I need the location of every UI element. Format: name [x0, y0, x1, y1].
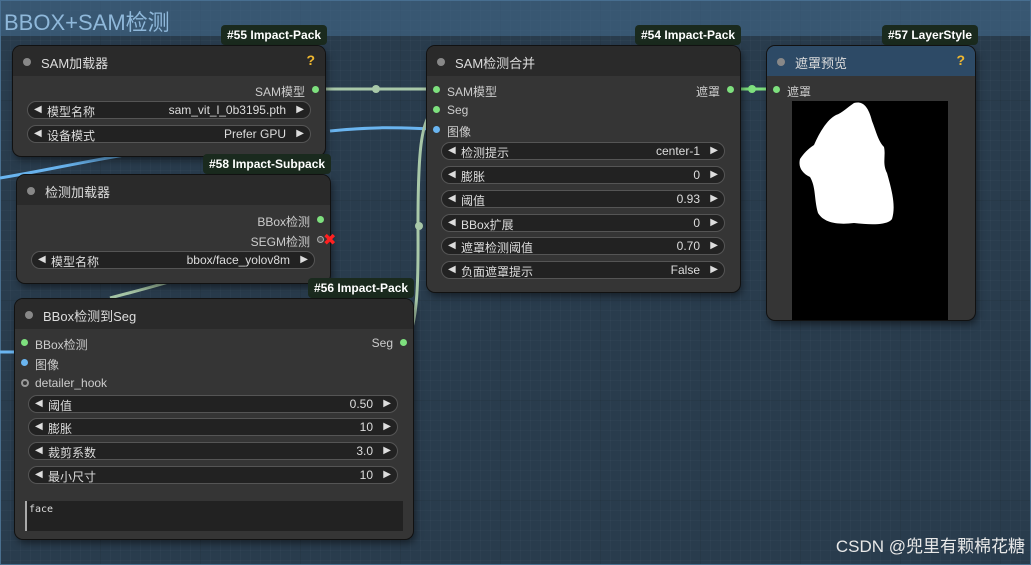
arrow-right-icon[interactable]: ▶: [383, 469, 391, 480]
widget-threshold[interactable]: ◀ 阈值 0.50 ▶: [28, 395, 398, 413]
slot-dot[interactable]: [21, 339, 28, 346]
node-title-bar[interactable]: SAM加载器 ?: [13, 46, 325, 76]
arrow-right-icon[interactable]: ▶: [710, 193, 718, 204]
slot-dot[interactable]: [433, 126, 440, 133]
arrow-left-icon[interactable]: ◀: [448, 264, 456, 275]
mask-preview-node[interactable]: 遮罩预览 ? 遮罩: [767, 46, 975, 320]
arrow-right-icon[interactable]: ▶: [296, 128, 304, 139]
arrow-left-icon[interactable]: ◀: [35, 398, 43, 409]
slot-dot[interactable]: [400, 339, 407, 346]
node-title: BBox检测到Seg: [43, 309, 137, 324]
output-slot-mask[interactable]: 遮罩: [654, 81, 734, 99]
input-slot-sam-model[interactable]: SAM模型: [433, 81, 553, 99]
node-title-bar[interactable]: 遮罩预览 ?: [767, 46, 975, 76]
collapse-dot[interactable]: [777, 58, 785, 66]
watermark: CSDN @兜里有颗棉花糖: [835, 537, 1025, 556]
arrow-right-icon[interactable]: ▶: [296, 104, 304, 115]
node-title-bar[interactable]: BBox检测到Seg: [15, 299, 413, 329]
slot-dot[interactable]: [317, 216, 324, 223]
arrow-left-icon[interactable]: ◀: [34, 128, 42, 139]
node-badge-56: #56 Impact-Pack: [308, 278, 415, 298]
arrow-right-icon[interactable]: ▶: [383, 421, 391, 432]
arrow-left-icon[interactable]: ◀: [448, 169, 456, 180]
arrow-left-icon[interactable]: ◀: [35, 469, 43, 480]
node-badge-58: #58 Impact-Subpack: [203, 154, 332, 174]
arrow-right-icon[interactable]: ▶: [383, 398, 391, 409]
node-title: 检测加载器: [45, 185, 111, 200]
arrow-right-icon[interactable]: ▶: [710, 145, 718, 156]
widget-threshold[interactable]: ◀ 阈值 0.93 ▶: [441, 190, 725, 208]
widget-detection-hint[interactable]: ◀ 检测提示 center-1 ▶: [441, 142, 725, 160]
arrow-left-icon[interactable]: ◀: [448, 217, 456, 228]
wire-reroute-seg: [415, 222, 423, 230]
arrow-left-icon[interactable]: ◀: [448, 240, 456, 251]
labels-textarea[interactable]: face: [25, 501, 403, 531]
widget-dilation[interactable]: ◀ 膨胀 0 ▶: [441, 166, 725, 184]
output-slot-bbox-detector[interactable]: BBox检测: [204, 211, 324, 229]
node-title: SAM加载器: [41, 56, 109, 71]
help-icon[interactable]: ?: [306, 52, 315, 68]
widget-device-mode[interactable]: ◀ 设备模式 Prefer GPU ▶: [27, 125, 311, 143]
widget-mask-hint-threshold[interactable]: ◀ 遮罩检测阈值 0.70 ▶: [441, 237, 725, 255]
node-title: SAM检测合并: [455, 56, 536, 71]
error-x-icon: ✖: [323, 232, 337, 249]
widget-dilation[interactable]: ◀ 膨胀 10 ▶: [28, 418, 398, 436]
arrow-left-icon[interactable]: ◀: [35, 421, 43, 432]
input-slot-mask[interactable]: 遮罩: [773, 81, 893, 99]
sam-detector-node[interactable]: SAM检测合并 SAM模型 遮罩 Seg 图像 ◀ 检测提示 center-1 …: [427, 46, 740, 292]
slot-dot[interactable]: [312, 86, 319, 93]
slot-dot[interactable]: [727, 86, 734, 93]
arrow-left-icon[interactable]: ◀: [35, 445, 43, 456]
node-badge-57: #57 LayerStyle: [882, 25, 979, 45]
arrow-left-icon[interactable]: ◀: [34, 104, 42, 115]
slot-dot[interactable]: [21, 359, 28, 366]
input-slot-bbox-detector[interactable]: BBox检测: [21, 334, 161, 352]
input-slot-image[interactable]: 图像: [433, 121, 553, 139]
arrow-right-icon[interactable]: ▶: [710, 240, 718, 251]
slot-dot[interactable]: [773, 86, 780, 93]
node-badge-55: #55 Impact-Pack: [221, 25, 328, 45]
slot-dot[interactable]: [433, 106, 440, 113]
node-title-bar[interactable]: 检测加载器: [17, 175, 330, 205]
help-icon[interactable]: ?: [956, 52, 965, 68]
detector-loader-node[interactable]: 检测加载器 BBox检测 SEGM检测 ✖ ◀ 模型名称 bbox/face_y…: [17, 175, 336, 283]
sam-loader-node[interactable]: SAM加载器 ? SAM模型 ◀ 模型名称 sam_vit_l_0b3195.p…: [13, 46, 325, 156]
wire-image-main: [329, 126, 437, 133]
output-slot-seg[interactable]: Seg: [327, 334, 407, 352]
node-badge-54: #54 Impact-Pack: [635, 25, 742, 45]
slot-dot[interactable]: [21, 379, 29, 387]
widget-model-name[interactable]: ◀ 模型名称 bbox/face_yolov8m ▶: [31, 251, 315, 269]
arrow-left-icon[interactable]: ◀: [38, 254, 46, 265]
arrow-right-icon[interactable]: ▶: [710, 217, 718, 228]
widget-min-size[interactable]: ◀ 最小尺寸 10 ▶: [28, 466, 398, 484]
collapse-dot[interactable]: [27, 187, 35, 195]
widget-negative-mask-hint[interactable]: ◀ 负面遮罩提示 False ▶: [441, 261, 725, 279]
input-slot-seg[interactable]: Seg: [433, 101, 553, 119]
wire-reroute-sam: [372, 85, 380, 93]
output-slot-segm-detector[interactable]: SEGM检测: [204, 231, 324, 249]
arrow-right-icon[interactable]: ▶: [710, 264, 718, 275]
collapse-dot[interactable]: [437, 58, 445, 66]
arrow-left-icon[interactable]: ◀: [448, 145, 456, 156]
input-slot-image[interactable]: 图像: [21, 354, 161, 372]
bbox-to-seg-node[interactable]: BBox检测到Seg BBox检测 Seg 图像 detailer_hook ◀…: [15, 299, 413, 539]
collapse-dot[interactable]: [25, 311, 33, 319]
arrow-right-icon[interactable]: ▶: [383, 445, 391, 456]
output-slot-sam-model[interactable]: SAM模型: [199, 81, 319, 99]
mask-shape: [799, 102, 894, 225]
widget-bbox-expansion[interactable]: ◀ BBox扩展 0 ▶: [441, 214, 725, 232]
slot-dot[interactable]: [433, 86, 440, 93]
arrow-left-icon[interactable]: ◀: [448, 193, 456, 204]
node-title-bar[interactable]: SAM检测合并: [427, 46, 740, 76]
mask-preview-image: [792, 101, 948, 320]
collapse-dot[interactable]: [23, 58, 31, 66]
node-title: 遮罩预览: [795, 56, 848, 71]
widget-crop-factor[interactable]: ◀ 裁剪系数 3.0 ▶: [28, 442, 398, 460]
arrow-right-icon[interactable]: ▶: [710, 169, 718, 180]
wire-reroute-mask: [748, 85, 756, 93]
arrow-right-icon[interactable]: ▶: [300, 254, 308, 265]
widget-model-name[interactable]: ◀ 模型名称 sam_vit_l_0b3195.pth ▶: [27, 101, 311, 119]
input-slot-detailer-hook[interactable]: detailer_hook: [21, 374, 161, 392]
